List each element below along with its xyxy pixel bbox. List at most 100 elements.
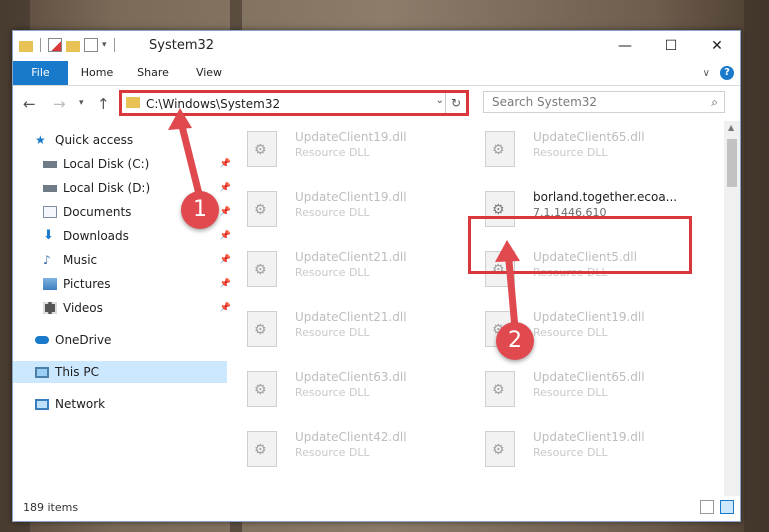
sidebar-item-music[interactable]: ♪ Music 📌 [13,249,235,271]
file-tile[interactable]: UpdateClient21.dll Resource DLL [233,241,463,293]
sidebar-item-label: Videos [63,301,103,315]
item-count: 189 items [23,501,79,514]
address-path[interactable]: C:\Windows\System32 [146,97,280,111]
computer-icon [35,366,49,378]
sidebar-item-label: Music [63,253,98,267]
sidebar-item-network[interactable]: Network [13,393,227,415]
chevron-down-icon[interactable]: ∨ [703,68,710,79]
folder-icon [19,40,33,52]
maximize-button[interactable]: ☐ [648,31,694,61]
scroll-thumb[interactable] [727,139,737,187]
vertical-scrollbar[interactable]: ▲ [724,121,740,496]
file-type: Resource DLL [533,386,608,399]
dll-file-icon [485,131,515,167]
up-arrow-icon[interactable]: ↑ [97,95,110,113]
view-buttons [700,500,734,514]
file-type: Resource DLL [295,386,370,399]
file-type: Resource DLL [533,146,608,159]
file-type: Resource DLL [295,326,370,339]
navigation-pane: ★ Quick access Local Disk (C:) 📌 Local D… [13,121,231,491]
file-name: UpdateClient42.dll [295,430,407,444]
sidebar-item-label: Local Disk (C:) [63,157,150,171]
file-list: UpdateClient19.dll Resource DLL UpdateCl… [218,121,723,491]
dll-file-icon [247,251,277,287]
chevron-down-icon[interactable]: ▾ [102,40,107,50]
address-bar[interactable]: C:\Windows\System32 ⌄ ↻ [119,90,469,116]
refresh-icon[interactable]: ↻ [445,93,466,113]
sidebar-item-label: Downloads [63,229,129,243]
file-tile[interactable]: UpdateClient65.dll Resource DLL [471,121,701,173]
cloud-icon [35,336,49,344]
dll-file-icon [247,311,277,347]
video-icon [43,302,57,314]
sidebar-item-videos[interactable]: Videos 📌 [13,297,235,319]
background-tree [744,0,769,532]
tab-home[interactable]: Home [71,61,123,85]
sidebar-item-local-disk-c[interactable]: Local Disk (C:) 📌 [13,153,235,175]
file-type: Resource DLL [533,326,608,339]
window-title: System32 [149,38,215,53]
back-arrow-icon[interactable]: ← [23,95,36,113]
new-folder-icon[interactable] [66,40,80,52]
file-tile[interactable]: UpdateClient21.dll Resource DLL [233,301,463,353]
sidebar-item-onedrive[interactable]: OneDrive [13,329,227,351]
status-bar: 189 items [13,495,740,521]
highlight-box [468,216,692,274]
minimize-button[interactable]: — [602,31,648,61]
file-tile[interactable]: UpdateClient65.dll Resource DLL [471,361,701,413]
close-button[interactable]: ✕ [694,31,740,61]
tab-file[interactable]: File [13,61,68,85]
sidebar-item-label: OneDrive [55,333,112,347]
file-type: Resource DLL [295,266,370,279]
scroll-up-icon[interactable]: ▲ [728,123,734,132]
file-name: UpdateClient21.dll [295,310,407,324]
tiles-view-icon[interactable] [720,500,734,514]
file-name: UpdateClient19.dll [295,130,407,144]
recent-locations-icon[interactable]: ▾ [79,98,84,108]
file-name: UpdateClient19.dll [533,430,645,444]
explorer-window: ▾ System32 — ☐ ✕ File Home Share View ∨ … [12,30,741,522]
dll-file-icon [485,431,515,467]
customize-toolbar-icon[interactable] [84,38,98,52]
file-tile[interactable]: UpdateClient19.dll Resource DLL [471,421,701,473]
file-tile[interactable]: UpdateClient19.dll Resource DLL [233,121,463,173]
download-icon: ⬇ [43,228,54,243]
sidebar-item-pictures[interactable]: Pictures 📌 [13,273,235,295]
dll-file-icon [485,371,515,407]
dll-file-icon [247,371,277,407]
file-name: UpdateClient65.dll [533,370,645,384]
sidebar-item-this-pc[interactable]: This PC [13,361,227,383]
search-box[interactable]: Search System32 ⌕ [483,91,725,113]
file-tile[interactable]: UpdateClient63.dll Resource DLL [233,361,463,413]
sidebar-item-quick-access[interactable]: ★ Quick access [13,129,227,151]
file-tile[interactable]: UpdateClient19.dll Resource DLL [233,181,463,233]
file-name: UpdateClient63.dll [295,370,407,384]
tab-share[interactable]: Share [127,61,179,85]
sidebar-item-label: Documents [63,205,132,219]
file-type: Resource DLL [295,206,370,219]
callout-1: 1 [181,191,219,229]
drive-icon [43,160,57,168]
star-icon: ★ [35,133,46,147]
quick-access-toolbar: ▾ [19,38,118,52]
tab-view[interactable]: View [183,61,235,85]
file-tile[interactable]: UpdateClient42.dll Resource DLL [233,421,463,473]
divider [113,38,115,52]
forward-arrow-icon[interactable]: → [53,95,66,113]
search-icon[interactable]: ⌕ [711,95,718,110]
details-view-icon[interactable] [700,500,714,514]
sidebar-item-label: Quick access [55,133,134,147]
chevron-down-icon[interactable]: ⌄ [436,95,444,106]
drive-icon [43,184,57,192]
ribbon-tabs: File Home Share View ∨ ? [13,61,740,86]
sidebar-item-label: Pictures [63,277,111,291]
pictures-icon [43,278,57,290]
search-input[interactable]: Search System32 [492,95,597,109]
properties-icon[interactable] [48,38,62,52]
dll-file-icon [247,191,277,227]
file-name: UpdateClient21.dll [295,250,407,264]
sidebar-item-label: This PC [55,365,99,379]
file-name: UpdateClient65.dll [533,130,645,144]
file-type: Resource DLL [295,146,370,159]
help-icon[interactable]: ? [720,66,734,80]
